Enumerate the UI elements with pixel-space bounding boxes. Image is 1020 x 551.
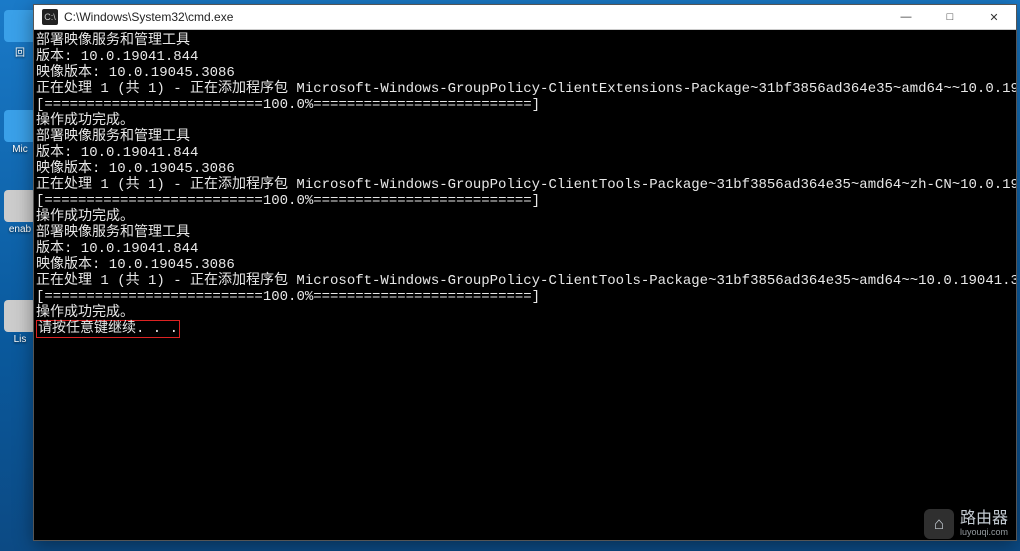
terminal-line: 正在处理 1 (共 1) - 正在添加程序包 Microsoft-Windows… [36, 177, 1014, 193]
desktop-icon-label: Mic [12, 144, 28, 155]
terminal-line: 部署映像服务和管理工具 [36, 129, 1014, 145]
router-icon: ⌂ [924, 509, 954, 539]
terminal-line: 操作成功完成。 [36, 209, 1014, 225]
terminal-line: 版本: 10.0.19041.844 [36, 241, 1014, 257]
terminal-line: 操作成功完成。 [36, 113, 1014, 129]
cmd-icon: C:\ [42, 9, 58, 25]
terminal-line: 版本: 10.0.19041.844 [36, 145, 1014, 161]
terminal-line: [==========================100.0%=======… [36, 97, 1014, 113]
desktop-icon-label: enab [9, 224, 31, 235]
titlebar[interactable]: C:\ C:\Windows\System32\cmd.exe — □ ✕ [34, 5, 1016, 30]
window-title: C:\Windows\System32\cmd.exe [64, 10, 233, 24]
terminal-text: 部署映像服务和管理工具版本: 10.0.19041.844映像版本: 10.0.… [34, 31, 1016, 338]
edge-icon [4, 110, 36, 142]
watermark: ⌂ 路由器 luyouqi.com [924, 509, 1008, 539]
maximize-button[interactable]: □ [928, 5, 972, 29]
terminal-line: [==========================100.0%=======… [36, 193, 1014, 209]
cmd-window: C:\ C:\Windows\System32\cmd.exe — □ ✕ 部署… [33, 4, 1017, 541]
recycle-bin-icon [4, 10, 36, 42]
terminal-line: 部署映像服务和管理工具 [36, 33, 1014, 49]
terminal-line: 操作成功完成。 [36, 305, 1014, 321]
terminal-line: 正在处理 1 (共 1) - 正在添加程序包 Microsoft-Windows… [36, 273, 1014, 289]
terminal-line: 正在处理 1 (共 1) - 正在添加程序包 Microsoft-Windows… [36, 81, 1014, 97]
press-any-key-highlight: 请按任意键继续. . . [36, 320, 180, 338]
watermark-subtitle: luyouqi.com [960, 528, 1008, 537]
terminal-line: 部署映像服务和管理工具 [36, 225, 1014, 241]
watermark-title: 路由器 [960, 511, 1008, 528]
terminal-line: 映像版本: 10.0.19045.3086 [36, 257, 1014, 273]
terminal-line: 版本: 10.0.19041.844 [36, 49, 1014, 65]
text-file-icon [4, 300, 36, 332]
close-button[interactable]: ✕ [972, 5, 1016, 29]
file-icon [4, 190, 36, 222]
terminal-line: 映像版本: 10.0.19045.3086 [36, 65, 1014, 81]
terminal-line: 请按任意键继续. . . [36, 321, 1014, 338]
terminal-output[interactable]: 部署映像服务和管理工具版本: 10.0.19041.844映像版本: 10.0.… [34, 30, 1016, 540]
minimize-button[interactable]: — [884, 5, 928, 29]
desktop-icon-label: Lis [14, 334, 27, 345]
terminal-line: 映像版本: 10.0.19045.3086 [36, 161, 1014, 177]
desktop-icon-label: 回 [15, 48, 25, 59]
terminal-line: [==========================100.0%=======… [36, 289, 1014, 305]
